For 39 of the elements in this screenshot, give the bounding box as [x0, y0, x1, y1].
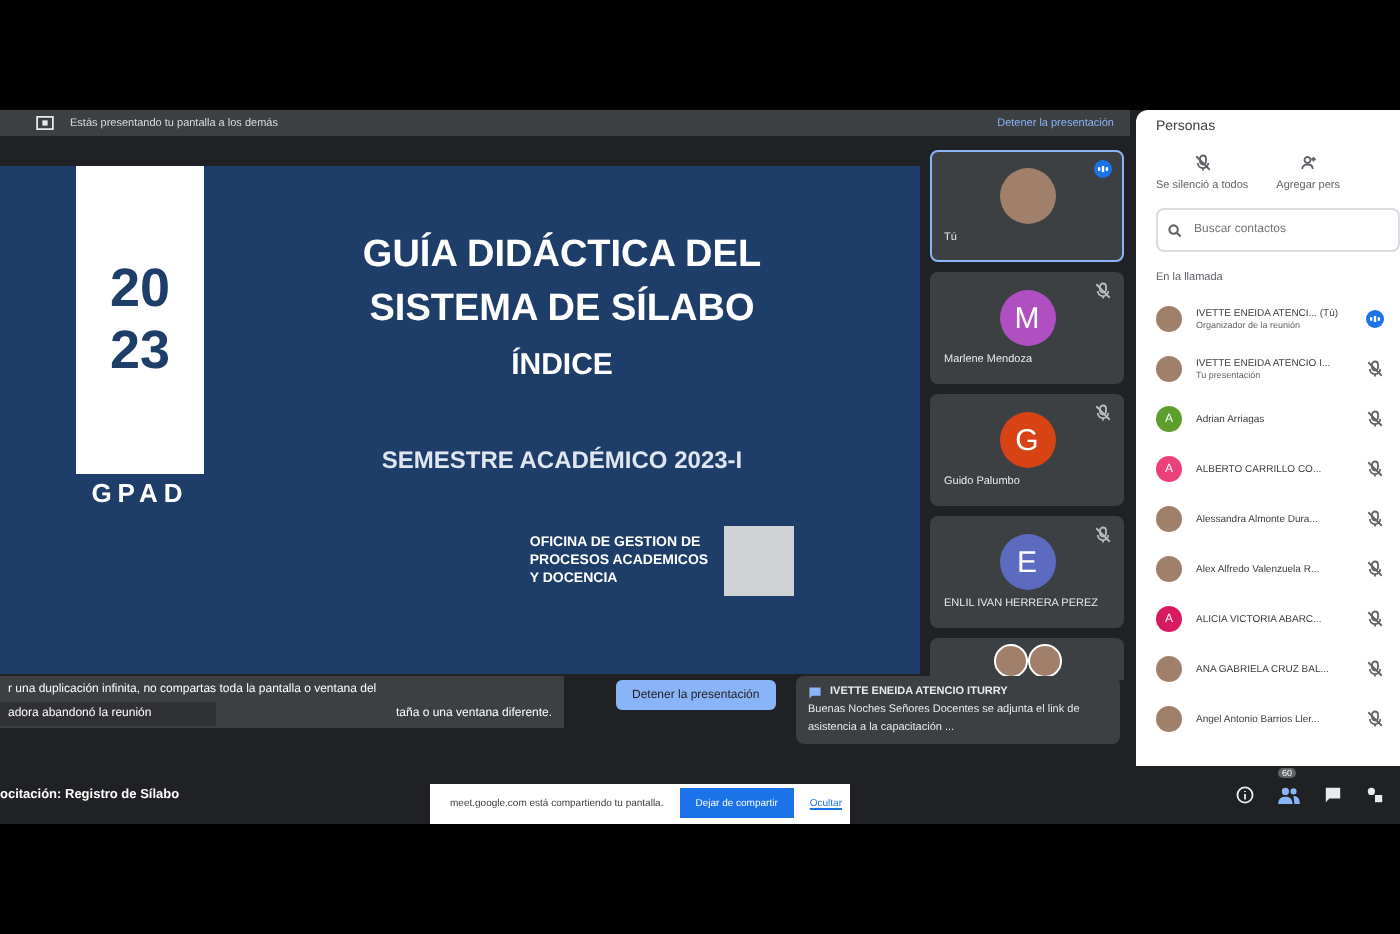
avatar-photo [1156, 706, 1182, 732]
avatar-photo [1156, 306, 1182, 332]
avatar-photo [999, 168, 1055, 224]
mic-off-icon [1366, 460, 1384, 478]
qr-code-placeholder [724, 526, 795, 597]
mic-off-icon [1193, 154, 1212, 172]
search-icon [1168, 223, 1182, 237]
chat-icon [808, 685, 822, 700]
slide-subtitle: ÍNDICE [511, 348, 613, 383]
avatar-photo [993, 644, 1027, 678]
mic-off-icon [1366, 410, 1384, 428]
participant-tile[interactable] [930, 638, 1124, 680]
avatar-photo [1027, 644, 1061, 678]
mic-off-icon [1366, 660, 1384, 678]
screen-share-icon [36, 116, 54, 130]
slide-title: GUÍA DIDÁCTICA DEL SISTEMA DE SÍLABO [362, 230, 762, 334]
mic-off-icon [1366, 610, 1384, 628]
slide-logo-text: GPAD [91, 478, 189, 508]
mic-off-icon [1094, 404, 1112, 422]
mic-off-icon [1094, 526, 1112, 544]
mic-off-icon [1366, 510, 1384, 528]
mic-off-icon [1366, 560, 1384, 578]
people-icon[interactable] [1278, 786, 1300, 804]
add-person-icon [1299, 154, 1318, 172]
avatar: G [999, 412, 1055, 468]
chat-icon[interactable] [1324, 786, 1342, 804]
year-block: 20 23 [76, 166, 204, 474]
info-icon[interactable] [1236, 786, 1254, 804]
avatar-photo [1156, 506, 1182, 532]
avatar-photo [1156, 556, 1182, 582]
avatar: E [999, 534, 1055, 590]
semester-text: SEMESTRE ACADÉMICO 2023-I [381, 446, 743, 475]
mic-off-icon [1366, 710, 1384, 728]
mic-off-icon [1366, 360, 1384, 378]
shapes-icon[interactable] [1366, 786, 1384, 804]
avatar-photo [1156, 656, 1182, 682]
mic-off-icon [1094, 282, 1112, 300]
avatar: M [999, 290, 1055, 346]
avatar-photo [1156, 356, 1182, 382]
